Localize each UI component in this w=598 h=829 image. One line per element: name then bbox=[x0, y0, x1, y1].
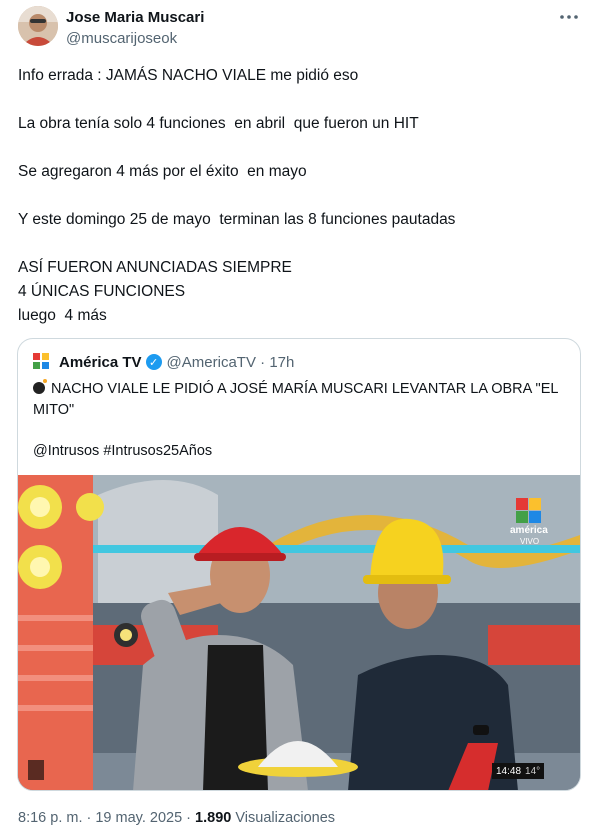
tweet-paragraph: Se agregaron 4 más por el éxito en mayo bbox=[18, 163, 307, 180]
tweet-footer: 8:16 p. m. · 19 may. 2025 · 1.890 Visual… bbox=[18, 810, 335, 826]
author-handle[interactable]: @muscarijoseok bbox=[66, 30, 177, 47]
video-clock: 14:48 bbox=[496, 765, 522, 777]
tweet-paragraph: ASÍ FUERON ANUNCIADAS SIEMPRE 4 ÚNICAS F… bbox=[18, 259, 292, 324]
tweet-paragraph: La obra tenía solo 4 funciones en abril … bbox=[18, 115, 419, 132]
channel-sublabel: VIVO bbox=[520, 537, 540, 546]
verified-badge-icon: ✓ bbox=[145, 354, 162, 370]
views-label: Visualizaciones bbox=[235, 810, 336, 826]
video-clock-badge: 14:48 14° bbox=[492, 763, 545, 779]
author-name[interactable]: Jose Maria Muscari bbox=[66, 9, 204, 26]
tweet: Jose Maria Muscari @muscarijoseok Info e… bbox=[0, 0, 598, 829]
quoted-time[interactable]: 17h bbox=[269, 354, 294, 371]
bomb-emoji-icon bbox=[33, 379, 47, 394]
video-thumbnail[interactable]: américa VIVO 14:48 14° bbox=[18, 475, 580, 790]
quoted-tweet[interactable]: América TV ✓ @AmericaTV · 17h NACHO VIAL… bbox=[17, 338, 581, 791]
video-clock-suffix: 14° bbox=[525, 765, 541, 777]
avatar[interactable] bbox=[18, 6, 58, 46]
tweet-paragraph: Info errada : JAMÁS NACHO VIALE me pidió… bbox=[18, 67, 359, 84]
views-count: 1.890 bbox=[195, 810, 232, 826]
avatar-image bbox=[18, 6, 58, 46]
quoted-author-handle[interactable]: @AmericaTV bbox=[167, 354, 256, 371]
quoted-tweet-header: América TV ✓ @AmericaTV · 17h bbox=[33, 352, 294, 372]
channel-label: américa bbox=[510, 525, 548, 536]
quoted-hashtags[interactable]: @Intrusos #Intrusos25Años bbox=[33, 441, 563, 462]
quoted-headline: NACHO VIALE LE PIDIÓ A JOSÉ MARÍA MUSCAR… bbox=[33, 381, 558, 418]
tweet-text: Info errada : JAMÁS NACHO VIALE me pidió… bbox=[18, 64, 578, 328]
quoted-tweet-text: NACHO VIALE LE PIDIÓ A JOSÉ MARÍA MUSCAR… bbox=[33, 379, 563, 482]
quoted-author-name[interactable]: América TV bbox=[59, 354, 142, 371]
more-horizontal-icon[interactable] bbox=[558, 6, 580, 28]
tweet-paragraph: Y este domingo 25 de mayo terminan las 8… bbox=[18, 211, 456, 228]
video-frame bbox=[18, 475, 580, 790]
tweet-timestamp[interactable]: 8:16 p. m. · 19 may. 2025 · bbox=[18, 810, 191, 826]
america-tv-logo-icon bbox=[33, 353, 51, 371]
separator: · bbox=[255, 353, 270, 371]
